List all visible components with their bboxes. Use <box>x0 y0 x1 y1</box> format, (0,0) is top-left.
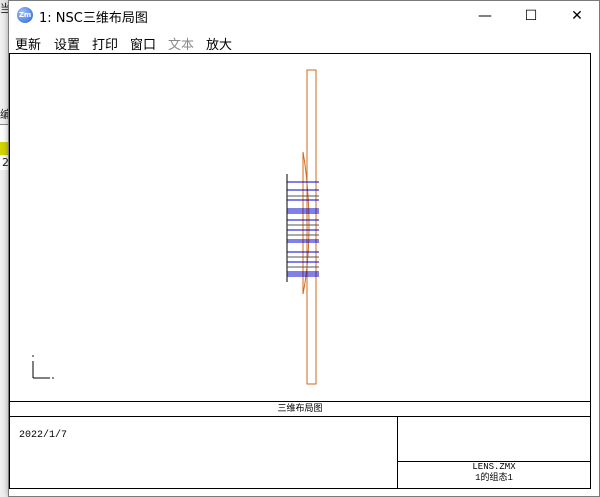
menu-update[interactable]: 更新 <box>15 34 41 53</box>
menu-zoom[interactable]: 放大 <box>206 34 232 53</box>
maximize-icon: ☐ <box>524 8 538 24</box>
menu-bar: 更新 设置 打印 窗口 文本 放大 <box>9 31 599 53</box>
axis-icon <box>32 361 50 379</box>
plot-title: 三维布局图 <box>10 401 590 417</box>
axis-marker <box>32 355 34 357</box>
close-button[interactable]: ✕ <box>554 1 600 31</box>
config-label: 1的组态1 <box>475 473 513 483</box>
menu-window[interactable]: 窗口 <box>130 34 156 53</box>
menu-settings[interactable]: 设置 <box>54 34 80 53</box>
menu-text[interactable]: 文本 <box>168 34 194 53</box>
plot-footer: 2022/1/7 LENS.ZMX 1的组态1 <box>10 417 590 489</box>
close-icon: ✕ <box>571 8 583 24</box>
zemax-app-icon: Zm <box>17 7 33 23</box>
lens-surface-curve <box>302 151 310 295</box>
plot-date: 2022/1/7 <box>19 430 68 441</box>
minimize-icon: — <box>478 8 492 24</box>
element-outline <box>306 69 317 385</box>
axis-marker <box>52 377 54 379</box>
maximize-button[interactable]: ☐ <box>508 1 554 31</box>
file-info-cell: LENS.ZMX 1的组态1 <box>398 462 590 489</box>
layout-window: Zm 1: NSC三维布局图 — ☐ ✕ 更新 设置 打印 窗口 文本 放大 三… <box>8 0 600 497</box>
info-cell <box>398 417 590 462</box>
date-cell: 2022/1/7 <box>10 417 398 489</box>
layout-plot <box>32 69 319 385</box>
file-name: LENS.ZMX <box>472 462 516 472</box>
menu-print[interactable]: 打印 <box>92 34 118 53</box>
window-title: 1: NSC三维布局图 <box>39 11 148 26</box>
minimize-button[interactable]: — <box>462 1 508 31</box>
layout-canvas[interactable]: 三维布局图 2022/1/7 LENS.ZMX 1的组态1 <box>9 53 591 489</box>
title-bar[interactable]: Zm 1: NSC三维布局图 — ☐ ✕ <box>9 1 599 31</box>
